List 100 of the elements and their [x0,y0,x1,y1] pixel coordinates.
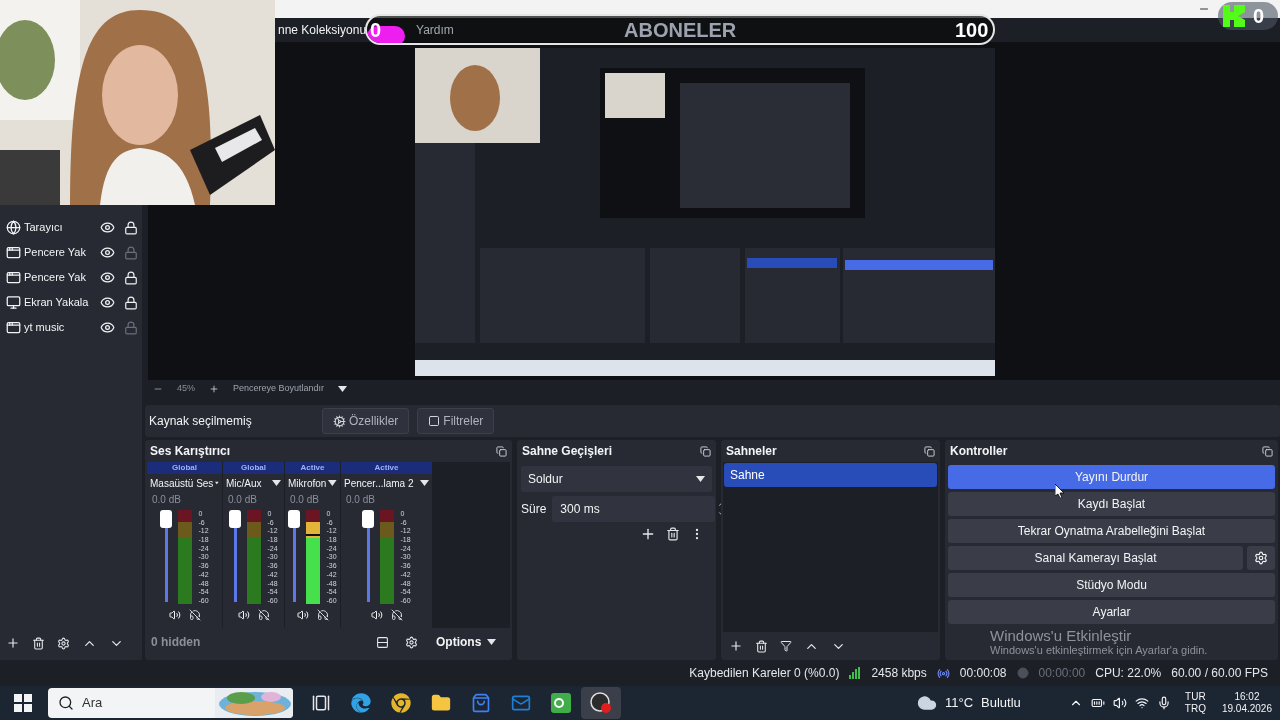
zoom-fit-dropdown[interactable]: Pencereye Boyutlandır [233,382,348,396]
speaker-icon[interactable] [168,609,181,621]
channel-name-dropdown[interactable]: Mic/Aux [223,474,284,492]
weather-text: Bulutlu [981,694,1021,713]
advanced-settings-icon[interactable] [405,635,418,649]
mail-icon [511,693,531,713]
dropped-frames: Kaybedilen Kareler 0 (%0.0) [689,664,840,682]
toolbar-button[interactable]: Özellikler [322,408,410,434]
cloud-icon [917,693,937,713]
undock-icon[interactable] [700,445,711,457]
channel-name-dropdown[interactable]: Masaüstü Ses [147,474,222,492]
settings-icon[interactable] [57,636,70,650]
gear-icon [1254,551,1268,565]
headphone-off-icon[interactable] [316,609,329,621]
lock-icon[interactable] [124,220,138,235]
source-item[interactable]: Pencere Yak [0,240,142,265]
eye-icon[interactable] [100,220,115,235]
source-item[interactable]: Pencere Yak [0,265,142,290]
search-field[interactable]: Ara [82,693,202,713]
volume-reading: 0.0 dB [345,493,376,507]
add-icon[interactable] [640,526,656,542]
volume-icon[interactable] [1112,696,1127,710]
eye-icon[interactable] [100,270,115,285]
search-bar[interactable]: Ara [48,688,293,718]
folder-icon [431,693,451,713]
caret-icon [420,480,429,486]
options-button[interactable]: Options [436,633,497,651]
lock-icon[interactable] [124,270,138,285]
windows-logo-icon[interactable] [14,694,32,712]
panel-title: Ses Karıştırıcı [150,443,231,460]
eye-icon[interactable] [100,295,115,310]
clock-time[interactable]: 16:02 [1234,691,1260,703]
slider-thumb[interactable] [160,510,173,528]
add-icon[interactable] [6,636,20,650]
menu-item[interactable]: Yardım [416,21,454,39]
control-button[interactable]: Tekrar Oynatma Arabelleğini Başlat [948,519,1275,543]
activation-message: Windows'u etkinleştirmek için Ayarlar'a gidin. [990,644,1208,657]
zoom-in-icon[interactable] [209,384,219,394]
speaker-icon[interactable] [237,609,250,621]
input-language[interactable]: TUR [1185,691,1206,703]
goal-start: 0 [370,18,382,43]
battery-icon[interactable] [1090,696,1105,710]
layout-icon[interactable] [376,635,389,649]
temperature: 11°C [945,694,974,713]
globe-icon [6,220,21,235]
clock-date[interactable]: 19.04.2026 [1221,703,1272,715]
menu-item[interactable]: nne Koleksiyonu [278,21,367,39]
trash-icon[interactable] [32,636,45,650]
taskbar-app[interactable] [581,687,621,719]
edge-icon [351,693,371,713]
task-view-icon [312,694,330,712]
duration-field[interactable]: 300 ms [552,496,716,522]
caret-icon [272,480,281,486]
eye-icon[interactable] [100,320,115,335]
gear-icon [333,414,346,428]
record-icon [1016,667,1029,679]
settings-button[interactable] [1247,546,1275,570]
slider-thumb[interactable] [288,510,301,528]
cursor-icon [1055,484,1064,498]
headphone-off-icon[interactable] [188,609,201,621]
slider-thumb[interactable] [229,510,242,528]
panel-title: Sahneler [726,443,777,460]
trash-icon[interactable] [666,527,680,541]
eye-icon[interactable] [100,245,115,260]
panel-title: Kontroller [950,443,1008,460]
control-button[interactable]: Ayarlar [948,600,1275,624]
control-button[interactable]: Kaydı Başlat [948,492,1275,516]
caret-icon [487,639,497,645]
slider-thumb[interactable] [362,510,375,528]
control-button[interactable]: Stüdyo Modu [948,573,1275,597]
lock-icon[interactable] [124,295,138,310]
headphone-off-icon[interactable] [390,609,403,621]
speaker-icon[interactable] [296,609,309,621]
speaker-icon[interactable] [370,609,383,621]
app-icon [551,693,571,713]
transition-dropdown[interactable]: Soldur [521,466,712,492]
source-status: Kaynak seçilmemiş [149,413,253,430]
control-button[interactable]: Yayını Durdur [948,465,1275,489]
headphone-off-icon[interactable] [257,609,270,621]
undock-icon[interactable] [1262,445,1273,457]
scene-item[interactable]: Sahne [724,463,937,487]
undock-icon[interactable] [496,445,507,457]
caret-icon [696,476,705,482]
keyboard-layout[interactable]: TRQ [1184,703,1206,715]
add-icon[interactable] [729,639,743,653]
trash-icon[interactable] [755,639,768,653]
undock-icon[interactable] [924,445,935,457]
store-icon [471,693,491,713]
source-item[interactable]: Tarayıcı [0,215,142,240]
volume-reading: 0.0 dB [227,493,258,507]
zoom-level: 45% [177,382,195,396]
source-item[interactable]: Ekran Yakala [0,290,142,315]
wifi-icon[interactable] [1134,696,1149,710]
window-icon [6,270,21,285]
channel-name-dropdown[interactable]: Mikrofon [285,474,340,492]
microphone-icon[interactable] [1156,696,1171,710]
source-item[interactable]: yt music [0,315,142,340]
control-button[interactable]: Sanal Kamerayı Başlat [948,546,1243,570]
toolbar-button[interactable]: Filtreler [417,408,495,434]
channel-name-dropdown[interactable]: Pencer...lama 2 [341,474,432,492]
